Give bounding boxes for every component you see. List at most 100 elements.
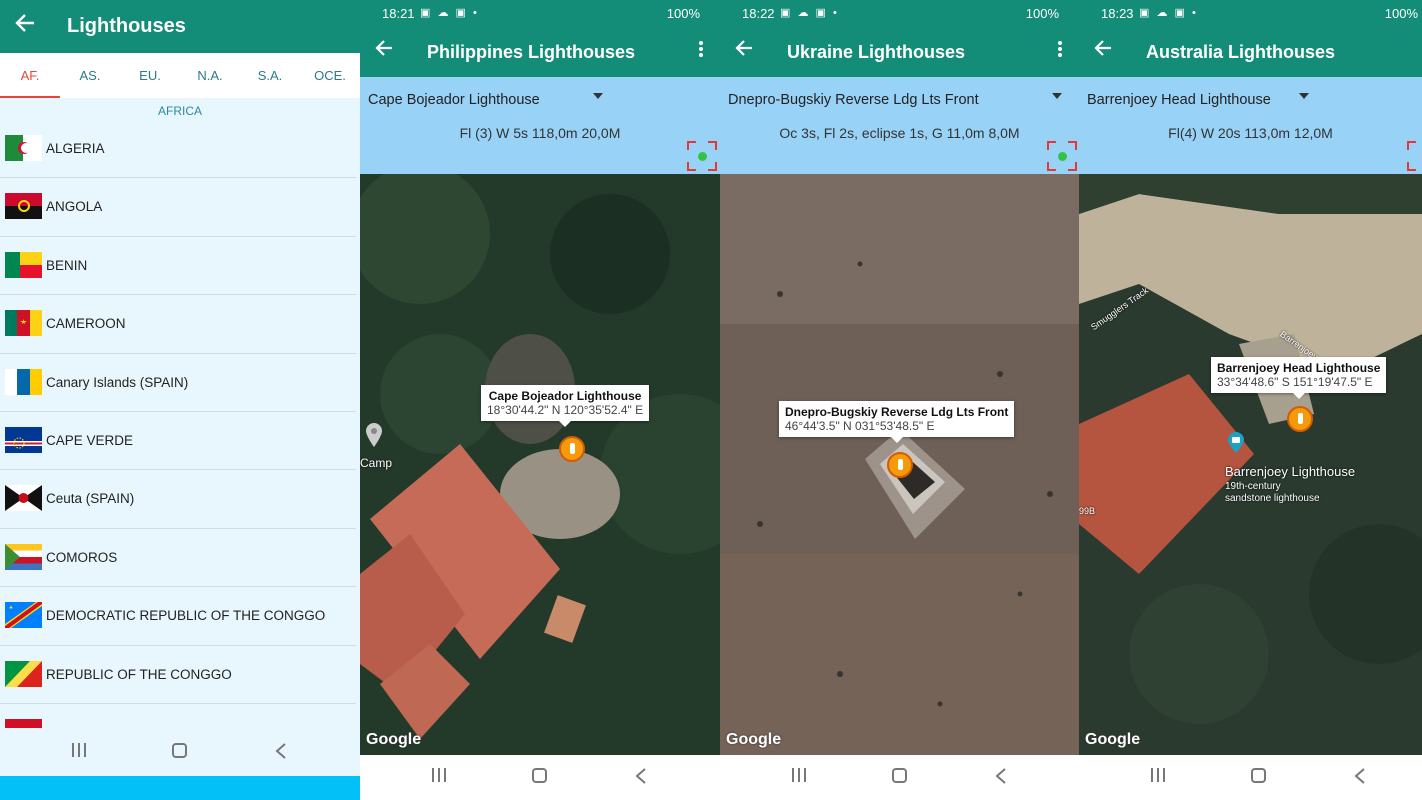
country-name: ALGERIA (46, 141, 105, 156)
marker-info-window: Dnepro-Bugskiy Reverse Ldg Lts Front 46°… (779, 401, 1015, 443)
lighthouse-marker-icon[interactable] (887, 452, 913, 478)
tab-south-america[interactable]: S.A. (240, 53, 300, 98)
battery-level: 100% (666, 6, 700, 21)
nav-back-icon[interactable] (994, 767, 1008, 790)
dropdown-caret-icon[interactable] (1052, 93, 1062, 99)
country-name: COMOROS (46, 549, 118, 565)
home-icon[interactable] (531, 767, 549, 790)
flag-icon-ceuta (5, 485, 42, 512)
recents-icon[interactable] (1149, 767, 1167, 788)
recents-icon[interactable] (430, 767, 448, 788)
back-arrow-icon[interactable] (14, 12, 40, 40)
country-name: CAPE VERDE (46, 432, 134, 448)
tab-asia[interactable]: AS. (60, 53, 120, 98)
home-icon[interactable] (171, 742, 189, 765)
nav-back-icon[interactable] (1353, 767, 1367, 790)
focus-location-icon[interactable] (687, 141, 717, 171)
flag-icon-cape-verde (5, 426, 42, 453)
tab-europe[interactable]: EU. (120, 53, 180, 98)
country-name: BENIN (46, 257, 88, 273)
info-coordinates: 18°30'44.2" N 120°35'52.4" E (487, 403, 644, 417)
country-row-cameroon[interactable]: CAMEROON (0, 295, 356, 354)
flag-icon-partial (5, 718, 42, 728)
more-vertical-icon[interactable] (1055, 40, 1065, 64)
satellite-map[interactable]: Dnepro-Bugskiy Reverse Ldg Lts Front 46°… (720, 174, 1079, 755)
lighthouse-dropdown[interactable]: Barrenjoey Head Lighthouse (1087, 92, 1271, 108)
battery-level: 100% (1025, 6, 1059, 21)
more-vertical-icon[interactable] (696, 40, 706, 64)
status-time: 18:23 (1101, 6, 1134, 21)
lighthouse-selector-panel: Cape Bojeador Lighthouse Fl (3) W 5s 118… (360, 77, 720, 174)
lighthouse-marker-icon[interactable] (559, 436, 585, 462)
tab-oceania[interactable]: OCE. (300, 53, 360, 98)
dropdown-caret-icon[interactable] (1299, 93, 1309, 99)
page-title: Australia Lighthouses (1146, 42, 1336, 62)
poi-description: 19th-century (1225, 481, 1281, 492)
notification-icons: ▣ ☁ ▣ • (780, 7, 839, 19)
marker-info-window: Barrenjoey Head Lighthouse 33°34'48.6" S… (1211, 357, 1387, 399)
battery-level: 100% (1384, 6, 1418, 21)
tab-africa[interactable]: AF. (0, 53, 60, 98)
lighthouse-dropdown[interactable]: Dnepro-Bugskiy Reverse Ldg Lts Front (728, 92, 979, 108)
country-list: ALGERIA ANGOLA BENIN CAMEROON Canary Isl… (0, 120, 360, 728)
focus-location-icon[interactable] (1047, 141, 1077, 171)
info-title: Cape Bojeador Lighthouse (488, 389, 642, 403)
dropdown-caret-icon[interactable] (593, 93, 603, 99)
country-row-canary-islands[interactable]: Canary Islands (SPAIN) (0, 354, 356, 412)
light-characteristics: Fl(4) W 20s 113,0m 12,0M (1168, 125, 1333, 141)
country-row-algeria[interactable]: ALGERIA (0, 120, 356, 179)
notification-icons: ▣ ☁ ▣ • (420, 7, 479, 19)
place-pin-icon[interactable] (364, 422, 384, 453)
flag-icon-benin (5, 251, 42, 278)
lighthouse-dropdown[interactable]: Cape Bojeador Lighthouse (368, 92, 540, 108)
satellite-map[interactable]: Cape Bojeador Lighthouse 18°30'44.2" N 1… (360, 174, 720, 755)
satellite-map[interactable]: Smugglers Track Barrenjoey 99B Barrenjoe… (1079, 174, 1422, 755)
poi-description: sandstone lighthouse (1225, 493, 1320, 504)
region-heading: AFRICA (157, 104, 202, 118)
flag-icon-canary-islands (5, 368, 42, 395)
country-row-dr-congo[interactable]: DEMOCRATIC REPUBLIC OF THE CONGGO (0, 587, 356, 646)
light-characteristics: Fl (3) W 5s 118,0m 20,0M (459, 125, 621, 141)
lighthouse-selector-panel: Barrenjoey Head Lighthouse Fl(4) W 20s 1… (1079, 77, 1422, 174)
flag-icon-congo (5, 660, 42, 687)
page-title: Ukraine Lighthouses (787, 42, 966, 62)
poi-name: Barrenjoey Lighthouse (1225, 464, 1356, 479)
flag-icon-comoros (5, 543, 42, 570)
marker-info-window: Cape Bojeador Lighthouse 18°30'44.2" N 1… (481, 385, 650, 427)
recents-icon[interactable] (790, 767, 808, 788)
system-nav-bar (1079, 755, 1422, 800)
country-name: ANGOLA (46, 199, 103, 215)
country-row-angola[interactable]: ANGOLA (0, 178, 356, 237)
country-row-partial[interactable] (0, 704, 356, 728)
flag-icon-algeria (5, 135, 42, 161)
info-coordinates: 46°44'3.5" N 031°53'48.5" E (785, 419, 935, 433)
page-title: Lighthouses (67, 15, 186, 37)
nav-back-icon[interactable] (634, 767, 648, 790)
countries-screen: Lighthouses AF. AS. EU. N.A. S.A. OCE. A… (0, 0, 360, 800)
google-logo: Google (1085, 731, 1141, 748)
lighthouse-selector-panel: Dnepro-Bugskiy Reverse Ldg Lts Front Oc … (720, 77, 1079, 174)
recents-icon[interactable] (70, 742, 88, 763)
page-title: Philippines Lighthouses (427, 42, 636, 62)
country-name: Ceuta (SPAIN) (46, 491, 135, 507)
back-arrow-icon[interactable] (1093, 38, 1113, 64)
country-row-cape-verde[interactable]: CAPE VERDE (0, 412, 356, 471)
country-row-congo[interactable]: REPUBLIC OF THE CONGGO (0, 646, 356, 704)
place-label: Camp (360, 456, 393, 470)
home-icon[interactable] (891, 767, 909, 790)
info-coordinates: 33°34'48.6" S 151°19'47.5" E (1217, 375, 1373, 389)
country-row-ceuta[interactable]: Ceuta (SPAIN) (0, 470, 356, 529)
status-time: 18:22 (742, 6, 775, 21)
nav-back-icon[interactable] (274, 742, 288, 765)
country-row-comoros[interactable]: COMOROS (0, 529, 356, 588)
focus-location-icon[interactable] (1407, 141, 1422, 171)
status-bar: 18:21 ▣ ☁ ▣ • 100% (360, 0, 720, 28)
country-row-benin[interactable]: BENIN (0, 237, 356, 296)
tab-north-america[interactable]: N.A. (180, 53, 240, 98)
back-arrow-icon[interactable] (734, 38, 754, 64)
lighthouse-marker-icon[interactable] (1287, 406, 1313, 432)
back-arrow-icon[interactable] (374, 38, 394, 64)
camera-poi-icon[interactable] (1227, 432, 1245, 459)
notification-icons: ▣ ☁ ▣ • (1139, 7, 1198, 19)
home-icon[interactable] (1250, 767, 1268, 790)
